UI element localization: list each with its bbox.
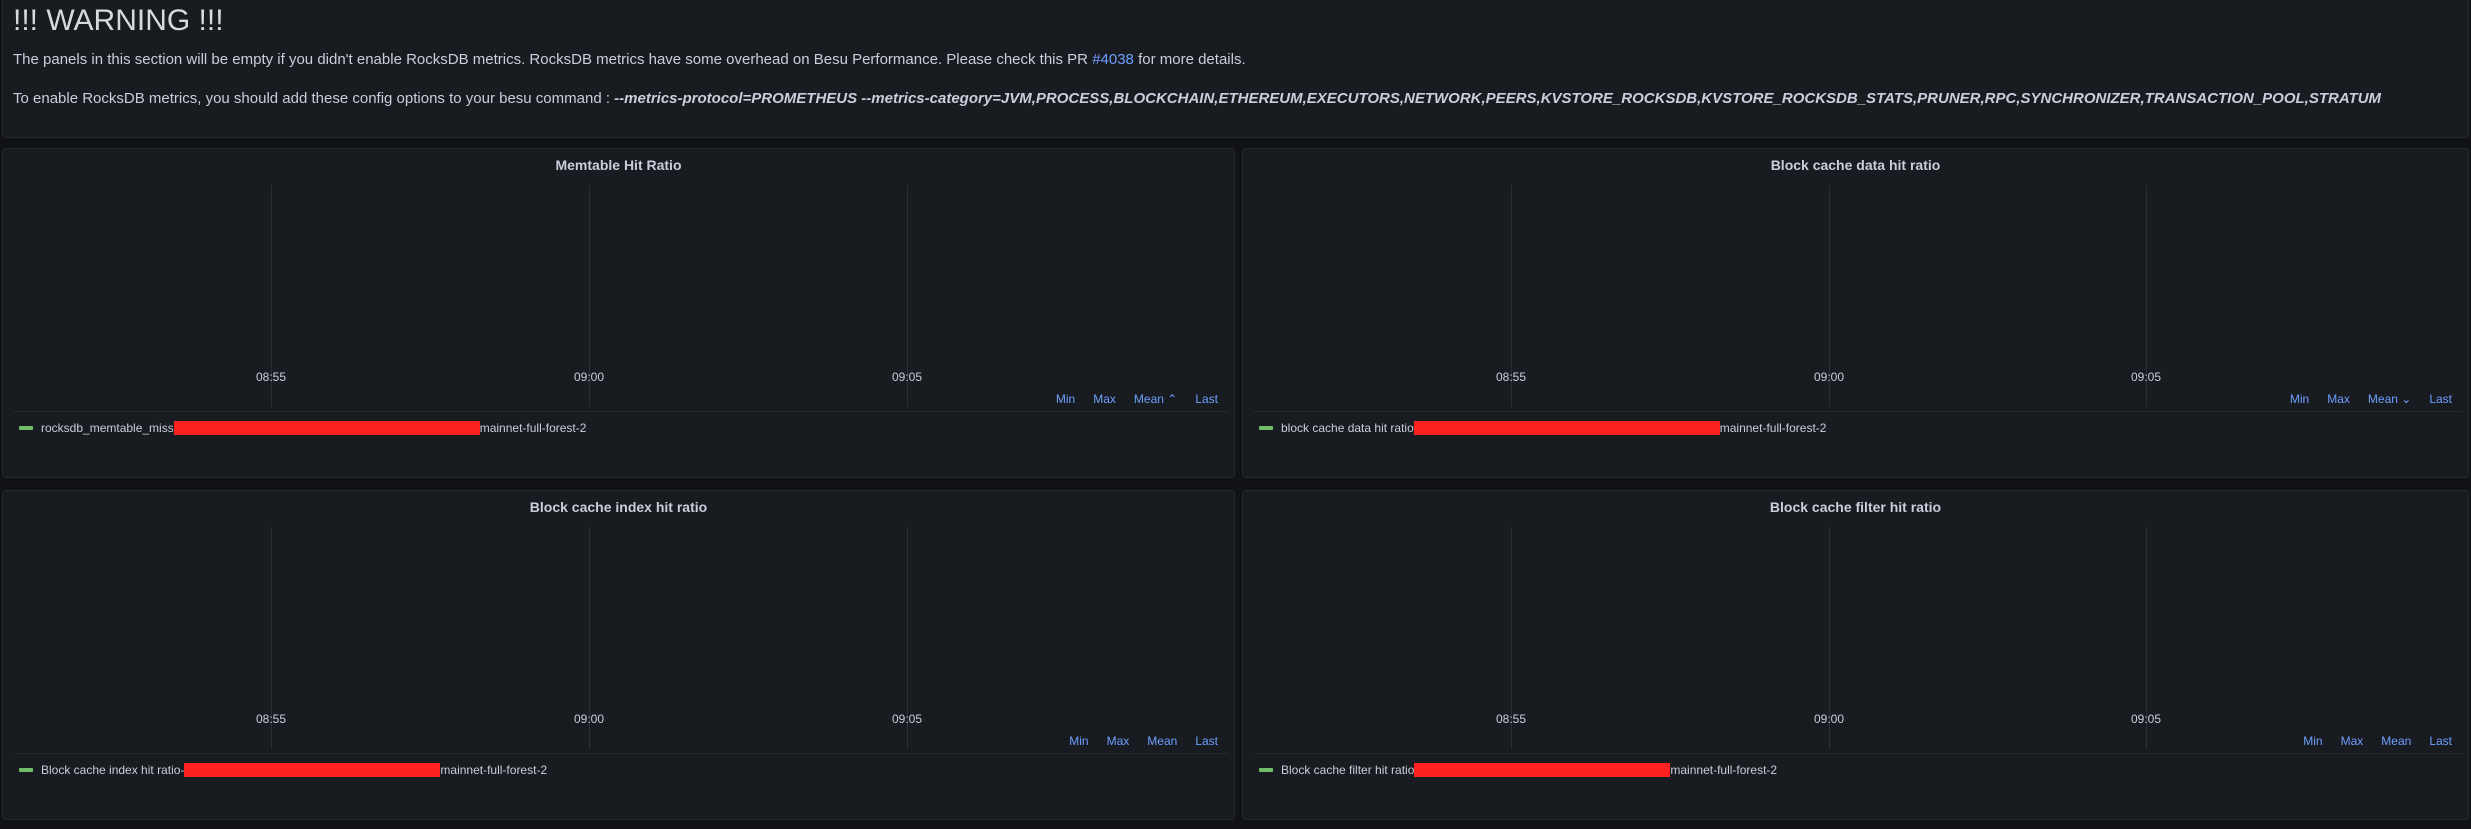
series-label-prefix: Block cache index hit ratio-	[41, 763, 185, 777]
legend-series-item[interactable]: rocksdb_memtable_miss mainnet-full-fores…	[19, 421, 586, 435]
x-tick-label: 09:05	[891, 370, 923, 384]
series-label-suffix: mainnet-full-forest-2	[1670, 763, 1778, 777]
x-tick-label: 09:05	[2130, 370, 2162, 384]
legend-divider	[13, 753, 1228, 754]
legend-header: Min Max Mean ⌄ Last	[2290, 392, 2452, 406]
x-tick-label: 09:05	[891, 712, 923, 726]
redaction-mark	[173, 421, 480, 435]
panel-title[interactable]: Block cache index hit ratio	[3, 499, 1234, 515]
legend-sort-min[interactable]: Min	[2290, 392, 2309, 406]
legend-header: Min Max Mean ⌃ Last	[1056, 392, 1218, 406]
series-label-prefix: block cache data hit ratio	[1281, 421, 1414, 435]
panel-title[interactable]: Memtable Hit Ratio	[3, 157, 1234, 173]
legend-sort-mean[interactable]: Mean ⌄	[2368, 392, 2411, 406]
panel-title[interactable]: Block cache filter hit ratio	[1243, 499, 2468, 515]
panel-title[interactable]: Block cache data hit ratio	[1243, 157, 2468, 173]
legend-header: Min Max Mean Last	[1069, 734, 1218, 748]
legend-sort-min[interactable]: Min	[1056, 392, 1075, 406]
series-color-swatch	[19, 768, 33, 772]
redaction-mark	[1413, 421, 1720, 435]
legend-sort-mean[interactable]: Mean	[1147, 734, 1177, 748]
pr-link[interactable]: #4038	[1092, 51, 1134, 68]
legend-series-item[interactable]: block cache data hit ratio mainnet-full-…	[1259, 421, 1826, 435]
series-color-swatch	[19, 426, 33, 430]
x-tick-label: 09:05	[2130, 712, 2162, 726]
redaction-mark	[1414, 763, 1671, 777]
warning-description-suffix: for more details.	[1133, 51, 1246, 68]
panel-block-cache-filter-hit-ratio[interactable]: Block cache filter hit ratio 08:55 09:00…	[1242, 490, 2469, 820]
x-tick-label: 08:55	[1495, 712, 1527, 726]
legend-sort-max[interactable]: Max	[2341, 734, 2364, 748]
series-label-suffix: mainnet-full-forest-2	[479, 421, 587, 435]
x-tick-label: 09:00	[573, 370, 605, 384]
series-label-suffix: mainnet-full-forest-2	[1719, 421, 1827, 435]
warning-text-panel: !!! WARNING !!! The panels in this secti…	[2, 0, 2469, 138]
x-tick-label: 09:00	[1813, 370, 1845, 384]
x-tick-label: 08:55	[255, 712, 287, 726]
warning-description-text: The panels in this section will be empty…	[13, 51, 1093, 68]
legend-sort-max[interactable]: Max	[2327, 392, 2350, 406]
legend-header: Min Max Mean Last	[2303, 734, 2452, 748]
dashboard: !!! WARNING !!! The panels in this secti…	[0, 0, 2471, 829]
series-label-prefix: Block cache filter hit ratio	[1281, 763, 1415, 777]
warning-instructions-text: To enable RocksDB metrics, you should ad…	[13, 90, 615, 107]
x-tick-label: 09:00	[1813, 712, 1845, 726]
series-label-suffix: mainnet-full-forest-2	[440, 763, 548, 777]
legend-sort-last[interactable]: Last	[1195, 734, 1218, 748]
series-color-swatch	[1259, 426, 1273, 430]
panel-block-cache-index-hit-ratio[interactable]: Block cache index hit ratio 08:55 09:00 …	[2, 490, 1235, 820]
legend-sort-min[interactable]: Min	[1069, 734, 1088, 748]
x-tick-label: 08:55	[1495, 370, 1527, 384]
legend-divider	[1253, 411, 2462, 412]
series-color-swatch	[1259, 768, 1273, 772]
series-label-prefix: rocksdb_memtable_miss	[41, 421, 174, 435]
legend-sort-max[interactable]: Max	[1093, 392, 1116, 406]
legend-divider	[1253, 753, 2462, 754]
legend-divider	[13, 411, 1228, 412]
legend-sort-max[interactable]: Max	[1107, 734, 1130, 748]
legend-sort-last[interactable]: Last	[2429, 392, 2452, 406]
legend-sort-mean[interactable]: Mean	[2381, 734, 2411, 748]
x-tick-label: 08:55	[255, 370, 287, 384]
legend-sort-last[interactable]: Last	[2429, 734, 2452, 748]
warning-instructions: To enable RocksDB metrics, you should ad…	[13, 90, 2381, 107]
legend-sort-min[interactable]: Min	[2303, 734, 2322, 748]
warning-title: !!! WARNING !!!	[13, 4, 224, 37]
panel-block-cache-data-hit-ratio[interactable]: Block cache data hit ratio 08:55 09:00 0…	[1242, 148, 2469, 478]
legend-series-item[interactable]: Block cache filter hit ratio mainnet-ful…	[1259, 763, 1777, 777]
legend-sort-last[interactable]: Last	[1195, 392, 1218, 406]
redaction-mark	[184, 763, 441, 777]
config-command: --metrics-protocol=PROMETHEUS --metrics-…	[614, 90, 2382, 107]
legend-sort-mean[interactable]: Mean ⌃	[1134, 392, 1177, 406]
panel-memtable-hit-ratio[interactable]: Memtable Hit Ratio 08:55 09:00 09:05 Min…	[2, 148, 1235, 478]
warning-description: The panels in this section will be empty…	[13, 51, 1246, 68]
x-tick-label: 09:00	[573, 712, 605, 726]
legend-series-item[interactable]: Block cache index hit ratio- mainnet-ful…	[19, 763, 547, 777]
